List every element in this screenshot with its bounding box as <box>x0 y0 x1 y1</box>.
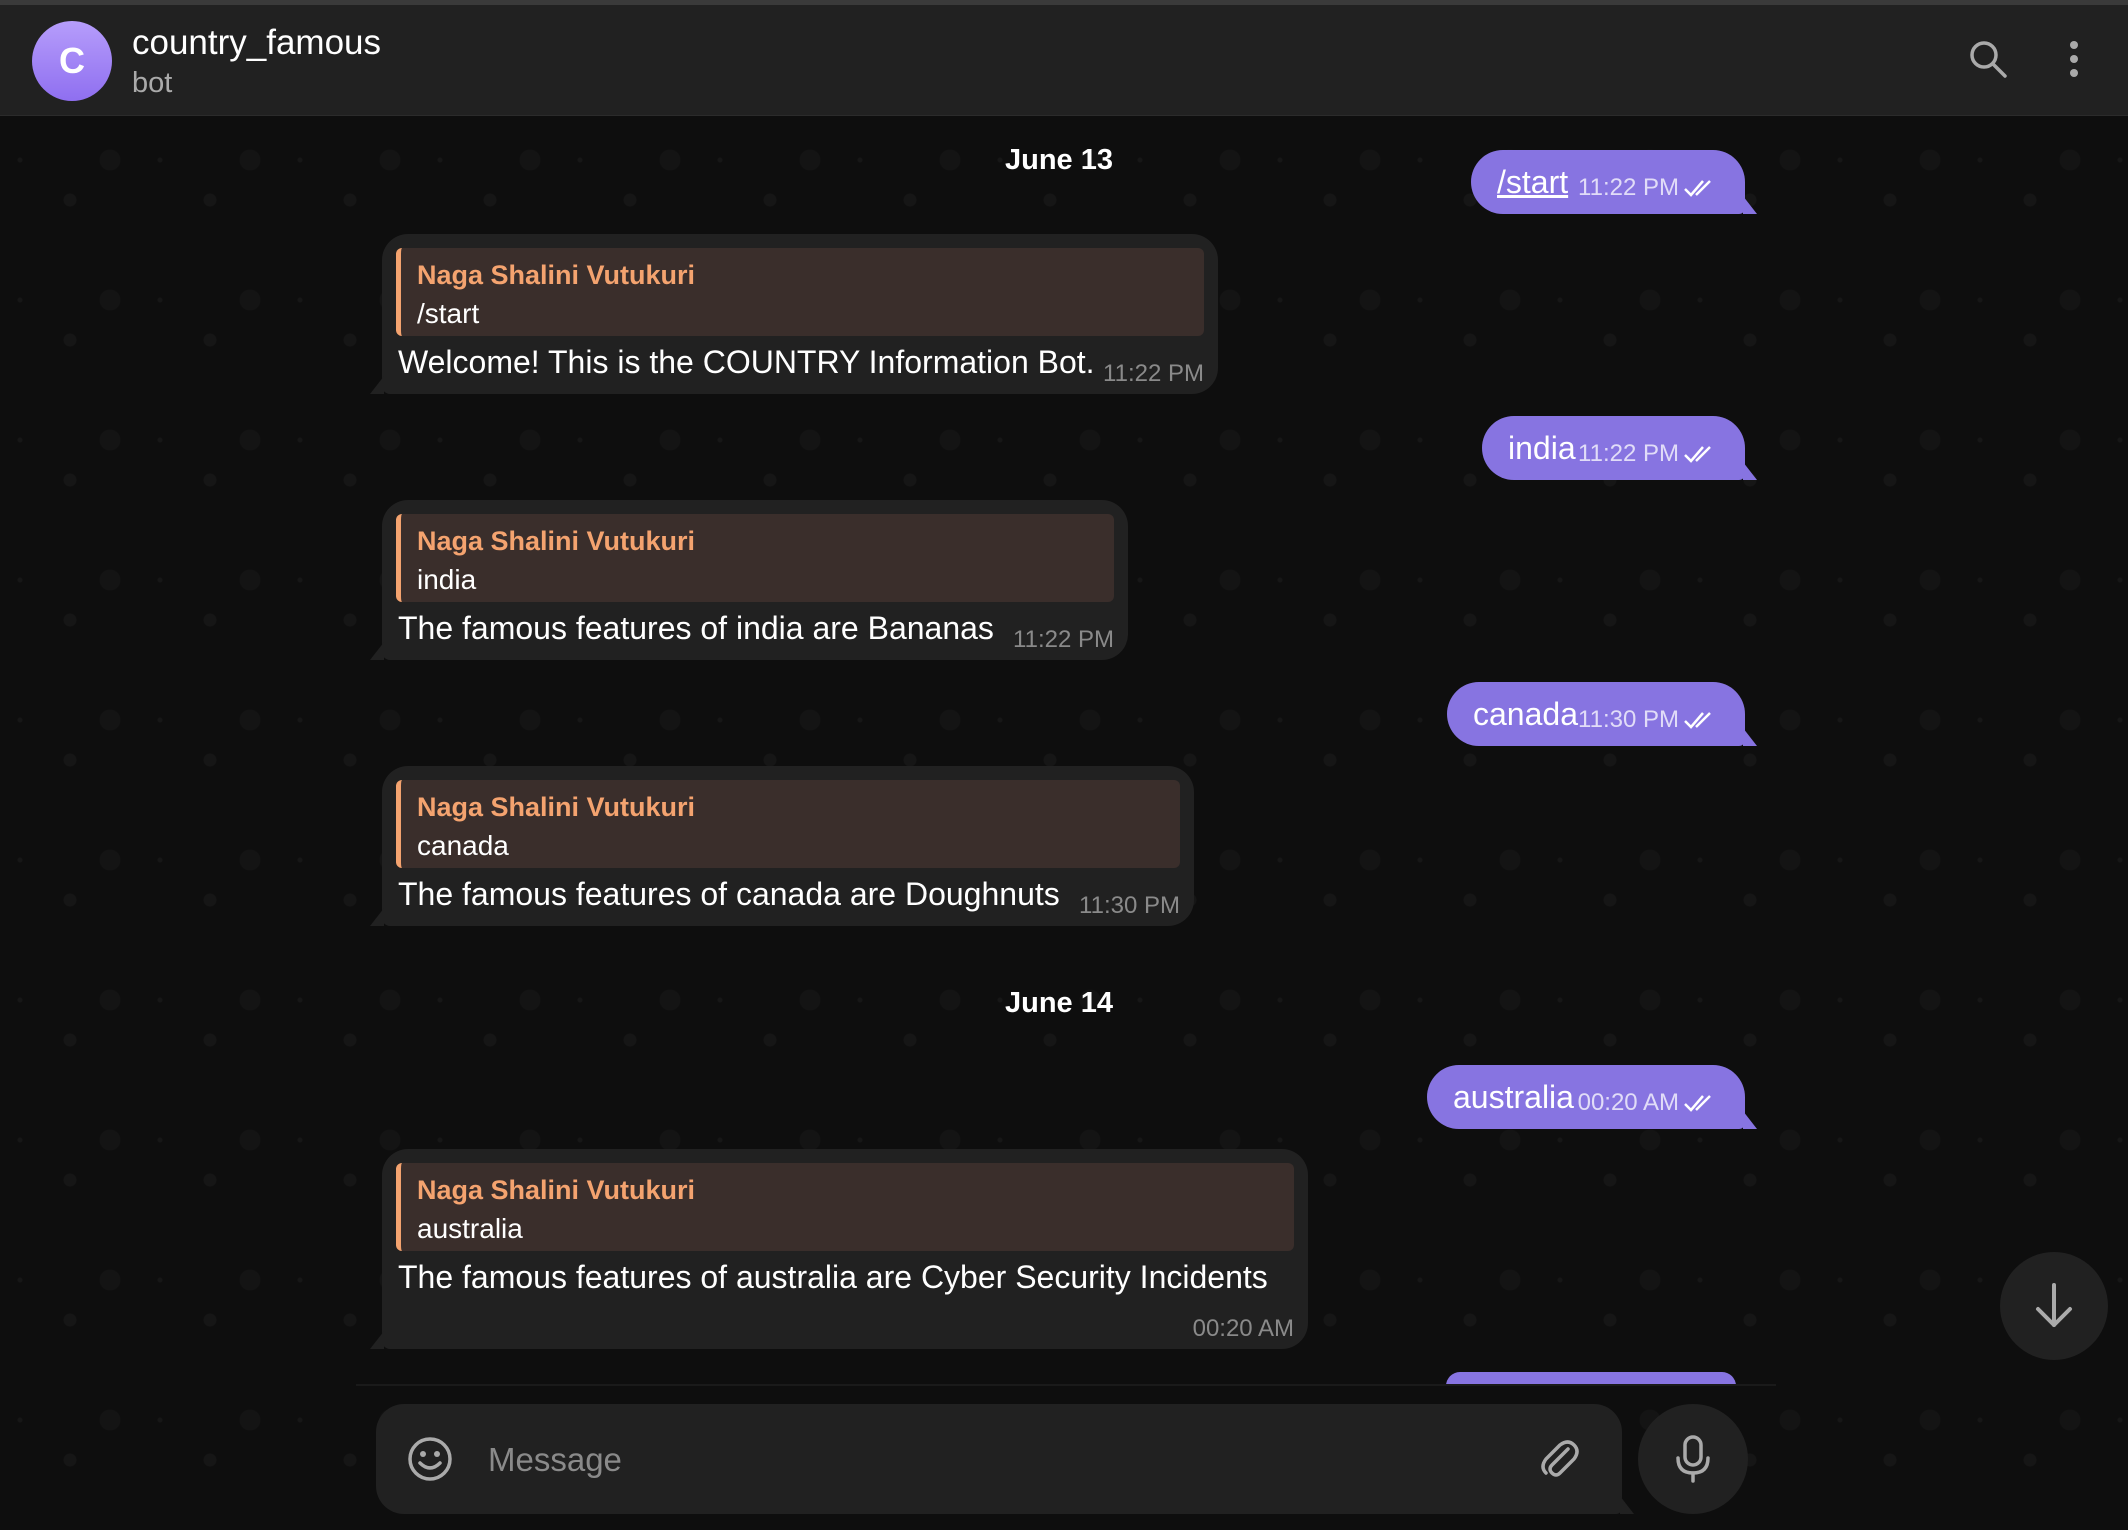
message-time: 00:20 AM <box>1192 1315 1294 1342</box>
reply-preview[interactable]: Naga Shalini Vutukuri /start <box>396 248 1204 336</box>
message-meta: 11:22 PM <box>1578 440 1717 468</box>
message-composer[interactable] <box>376 1404 1634 1514</box>
scroll-to-bottom-button[interactable] <box>2000 1252 2108 1360</box>
message-text: The famous features of india are Bananas <box>398 610 994 646</box>
date-separator: June 13 <box>1005 144 1113 176</box>
message-text: The famous features of australia are Cyb… <box>398 1259 1268 1295</box>
reply-author: Naga Shalini Vutukuri <box>417 792 696 822</box>
more-vertical-icon[interactable] <box>2050 33 2098 85</box>
message-time: 11:30 PM <box>1578 706 1679 733</box>
reply-quote: canada <box>417 830 509 861</box>
incoming-message[interactable]: Naga Shalini Vutukuri canada The famous … <box>370 766 1194 926</box>
reply-preview[interactable]: Naga Shalini Vutukuri india <box>396 514 1114 602</box>
message-text: canada <box>1473 695 1578 732</box>
message-time: 00:20 AM <box>1577 1089 1679 1116</box>
chat-title[interactable]: country_famous <box>132 23 381 63</box>
reply-quote: india <box>417 564 477 595</box>
reply-quote: australia <box>417 1213 523 1244</box>
message-text: The famous features of canada are Doughn… <box>398 876 1060 912</box>
message-time: 11:22 PM <box>1578 440 1679 467</box>
microphone-icon <box>1676 1435 1710 1483</box>
incoming-message[interactable]: Naga Shalini Vutukuri /start Welcome! Th… <box>370 234 1218 394</box>
message-time: 11:30 PM <box>1079 892 1180 919</box>
chat-header[interactable]: C country_famous bot <box>0 5 2128 116</box>
paperclip-icon[interactable] <box>1534 1435 1582 1483</box>
reply-author: Naga Shalini Vutukuri <box>417 1175 696 1205</box>
double-check-icon <box>1684 1095 1711 1112</box>
message-text-command[interactable]: /start <box>1471 164 1568 201</box>
message-meta: 11:30 PM <box>1578 706 1717 734</box>
incoming-message[interactable]: Naga Shalini Vutukuri australia The famo… <box>370 1149 1308 1349</box>
reply-author: Naga Shalini Vutukuri <box>417 260 696 290</box>
double-check-icon <box>1684 446 1711 463</box>
reply-preview[interactable]: Naga Shalini Vutukuri australia <box>396 1163 1294 1251</box>
chat-subtitle: bot <box>132 67 173 99</box>
composer-divider <box>356 1384 1776 1386</box>
avatar[interactable]: C <box>32 21 112 101</box>
arrow-down-icon <box>2036 1283 2072 1327</box>
message-time: 11:22 PM <box>1103 360 1204 387</box>
date-separator: June 14 <box>1005 987 1113 1019</box>
message-meta: 11:22 PM <box>1578 174 1717 202</box>
reply-quote: /start <box>417 298 480 329</box>
double-check-icon <box>1684 712 1711 729</box>
message-text: Welcome! This is the COUNTRY Information… <box>398 344 1095 380</box>
message-text: india <box>1508 429 1576 466</box>
voice-message-button[interactable] <box>1638 1404 1748 1514</box>
message-input[interactable] <box>486 1429 1390 1491</box>
incoming-message[interactable]: Naga Shalini Vutukuri india The famous f… <box>370 500 1128 660</box>
outgoing-message[interactable]: india 11:22 PM <box>1482 416 1757 480</box>
message-meta: 00:20 AM <box>1578 1089 1717 1117</box>
emoji-icon[interactable] <box>406 1435 454 1483</box>
outgoing-message[interactable]: /start 11:22 PM <box>1471 150 1757 214</box>
message-time: 11:22 PM <box>1013 626 1114 653</box>
outgoing-message[interactable]: canada 11:30 PM <box>1447 682 1757 746</box>
reply-preview[interactable]: Naga Shalini Vutukuri canada <box>396 780 1180 868</box>
outgoing-message[interactable]: australia 00:20 AM <box>1427 1065 1757 1129</box>
message-time: 11:22 PM <box>1578 174 1679 201</box>
reply-author: Naga Shalini Vutukuri <box>417 526 696 556</box>
search-icon[interactable] <box>1964 33 2012 85</box>
double-check-icon <box>1684 180 1711 197</box>
message-text: australia <box>1453 1078 1574 1115</box>
